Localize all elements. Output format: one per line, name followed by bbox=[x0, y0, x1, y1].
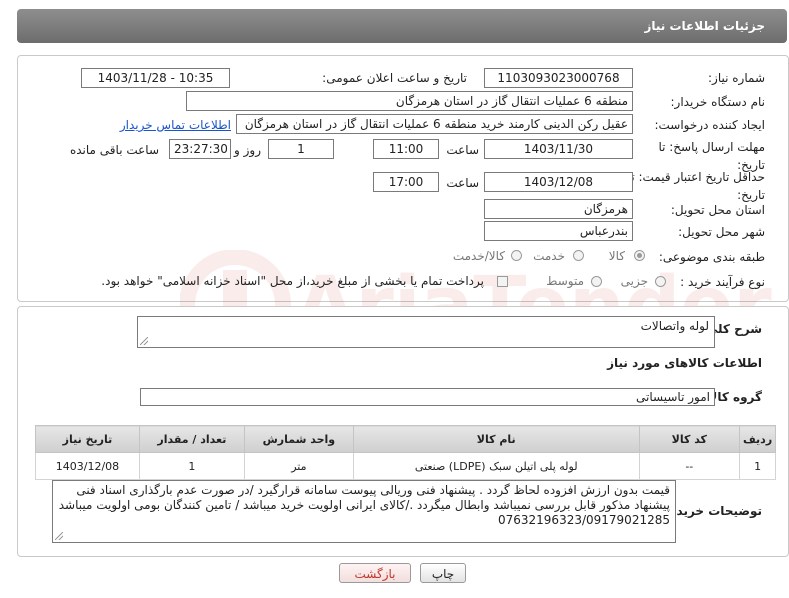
announce-label: تاریخ و ساعت اعلان عمومی: bbox=[322, 71, 467, 85]
col-date: تاریخ نیاز bbox=[35, 425, 140, 453]
goods-group-field: امور تاسیساتی bbox=[140, 388, 715, 406]
buyer-contact-link[interactable]: اطلاعات تماس خریدار bbox=[120, 118, 231, 132]
description-text: لوله واتصالات bbox=[640, 319, 709, 333]
table-row: 1 -- لوله پلی اتیلن سبک (LDPE) صنعتی متر… bbox=[35, 452, 776, 480]
buyer-org-field: منطقه 6 عملیات انتقال گاز در استان هرمزگ… bbox=[186, 91, 633, 111]
goods-section-title: اطلاعات کالاهای مورد نیاز bbox=[607, 356, 762, 370]
col-unit: واحد شمارش bbox=[243, 425, 354, 453]
category-option-goods-service: کالا/خدمت bbox=[452, 249, 505, 263]
buyer-notes-text: قیمت بدون ارزش افزوده لحاظ گردد . پیشنها… bbox=[58, 483, 670, 527]
resize-grip-icon[interactable] bbox=[55, 532, 63, 540]
description-field: لوله واتصالات bbox=[137, 316, 715, 348]
days-field: 1 bbox=[268, 139, 334, 159]
col-row: ردیف bbox=[739, 425, 776, 453]
reply-time-label: ساعت bbox=[446, 143, 479, 157]
category-radio-goods-service[interactable] bbox=[511, 250, 522, 261]
reply-date-field: 1403/11/30 bbox=[484, 139, 633, 159]
need-number-label: شماره نیاز: bbox=[708, 71, 765, 85]
remaining-time-field: 23:27:30 bbox=[169, 139, 231, 159]
cell-name: لوله پلی اتیلن سبک (LDPE) صنعتی bbox=[352, 452, 640, 480]
buyer-org-label: نام دستگاه خریدار: bbox=[670, 95, 766, 109]
need-number-field: 1103093023000768 bbox=[484, 68, 633, 88]
goods-table: ردیف کد کالا نام کالا واحد شمارش تعداد /… bbox=[35, 425, 776, 480]
purchase-radio-medium[interactable] bbox=[591, 276, 602, 287]
remaining-label: ساعت باقی مانده bbox=[69, 143, 159, 157]
purchase-radio-minor[interactable] bbox=[655, 276, 666, 287]
city-label: شهر محل تحویل: bbox=[678, 225, 765, 239]
reply-time-field: 11:00 bbox=[373, 139, 439, 159]
print-button[interactable]: چاپ bbox=[420, 563, 466, 583]
category-radio-goods[interactable] bbox=[634, 250, 645, 261]
back-button[interactable]: بازگشت bbox=[339, 563, 411, 583]
price-validity-label: حداقل تاریخ اعتبار قیمت: تا تاریخ: bbox=[627, 170, 765, 202]
goods-table-header: ردیف کد کالا نام کالا واحد شمارش تعداد /… bbox=[35, 425, 776, 453]
page-title: جزئیات اطلاعات نیاز bbox=[644, 19, 765, 33]
treasury-payment-checkbox[interactable] bbox=[497, 276, 508, 287]
category-option-service: خدمت bbox=[533, 249, 565, 263]
price-time-label: ساعت bbox=[446, 176, 479, 190]
price-time-field: 17:00 bbox=[373, 172, 439, 192]
province-field: هرمزگان bbox=[484, 199, 633, 219]
price-date-field: 1403/12/08 bbox=[484, 172, 633, 192]
cell-date: 1403/12/08 bbox=[35, 452, 140, 480]
cell-code: -- bbox=[638, 452, 741, 480]
days-label: روز و bbox=[234, 143, 261, 157]
creator-field: عقیل رکن الدینی کارمند خرید منطقه 6 عملی… bbox=[236, 114, 633, 134]
purchase-option-medium: متوسط bbox=[546, 274, 584, 288]
resize-grip-icon[interactable] bbox=[140, 337, 148, 345]
cell-unit: متر bbox=[243, 452, 354, 480]
col-qty: تعداد / مقدار bbox=[138, 425, 245, 453]
category-label: طبقه بندی موضوعی: bbox=[658, 250, 765, 264]
province-label: استان محل تحویل: bbox=[670, 203, 765, 217]
buyer-notes-field: قیمت بدون ارزش افزوده لحاظ گردد . پیشنها… bbox=[52, 480, 676, 543]
col-code: کد کالا bbox=[638, 425, 741, 453]
payment-note: پرداخت تمام یا بخشی از مبلغ خرید،از محل … bbox=[101, 274, 484, 288]
city-field: بندرعباس bbox=[484, 221, 633, 241]
purchase-type-label: نوع فرآیند خرید : bbox=[680, 275, 765, 289]
col-name: نام کالا bbox=[352, 425, 640, 453]
page-header: جزئیات اطلاعات نیاز bbox=[17, 9, 787, 43]
announce-date-field: 1403/11/28 - 10:35 bbox=[81, 68, 230, 88]
category-radio-service[interactable] bbox=[573, 250, 584, 261]
cell-qty: 1 bbox=[138, 452, 245, 480]
category-option-goods: کالا bbox=[608, 249, 625, 263]
creator-label: ایجاد کننده درخواست: bbox=[654, 118, 765, 132]
cell-row: 1 bbox=[739, 452, 776, 480]
purchase-option-minor: جزیی bbox=[620, 274, 648, 288]
